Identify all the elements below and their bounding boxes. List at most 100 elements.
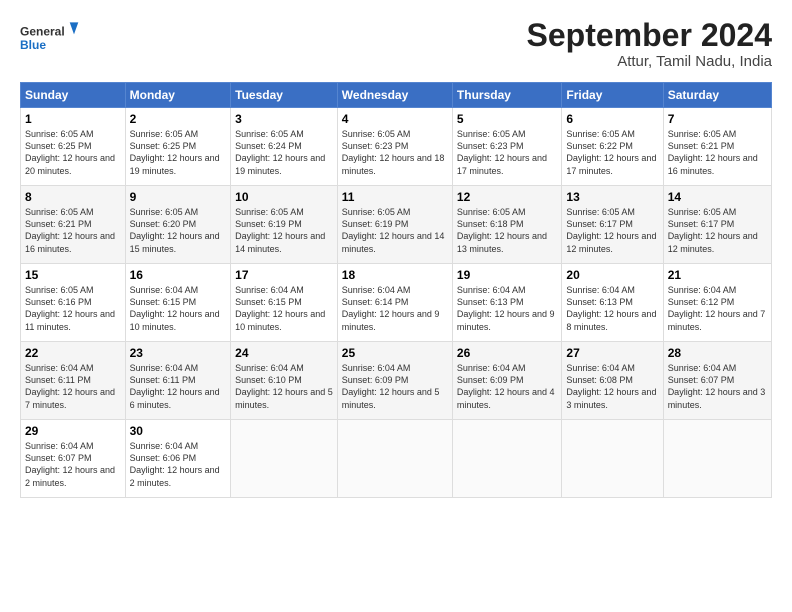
table-cell: 9 Sunrise: 6:05 AMSunset: 6:20 PMDayligh… (125, 186, 231, 264)
col-sunday: Sunday (21, 83, 126, 108)
day-detail: Sunrise: 6:05 AMSunset: 6:17 PMDaylight:… (668, 206, 767, 255)
title-block: September 2024 Attur, Tamil Nadu, India (527, 18, 772, 70)
calendar-page: General Blue September 2024 Attur, Tamil… (0, 0, 792, 508)
table-cell: 25 Sunrise: 6:04 AMSunset: 6:09 PMDaylig… (337, 342, 452, 420)
calendar-week-1: 1 Sunrise: 6:05 AMSunset: 6:25 PMDayligh… (21, 108, 772, 186)
day-detail: Sunrise: 6:05 AMSunset: 6:19 PMDaylight:… (235, 206, 333, 255)
col-tuesday: Tuesday (231, 83, 338, 108)
day-detail: Sunrise: 6:05 AMSunset: 6:18 PMDaylight:… (457, 206, 557, 255)
day-number: 21 (668, 268, 767, 282)
day-number: 24 (235, 346, 333, 360)
day-number: 8 (25, 190, 121, 204)
calendar-table: Sunday Monday Tuesday Wednesday Thursday… (20, 82, 772, 498)
table-cell (231, 420, 338, 498)
day-number: 22 (25, 346, 121, 360)
day-detail: Sunrise: 6:05 AMSunset: 6:23 PMDaylight:… (457, 128, 557, 177)
table-cell: 27 Sunrise: 6:04 AMSunset: 6:08 PMDaylig… (562, 342, 663, 420)
header: General Blue September 2024 Attur, Tamil… (20, 18, 772, 70)
table-cell: 12 Sunrise: 6:05 AMSunset: 6:18 PMDaylig… (452, 186, 561, 264)
table-cell: 30 Sunrise: 6:04 AMSunset: 6:06 PMDaylig… (125, 420, 231, 498)
day-detail: Sunrise: 6:05 AMSunset: 6:21 PMDaylight:… (668, 128, 767, 177)
day-number: 2 (130, 112, 227, 126)
svg-text:General: General (20, 24, 65, 38)
day-number: 26 (457, 346, 557, 360)
col-friday: Friday (562, 83, 663, 108)
day-number: 4 (342, 112, 448, 126)
table-cell: 26 Sunrise: 6:04 AMSunset: 6:09 PMDaylig… (452, 342, 561, 420)
table-cell: 6 Sunrise: 6:05 AMSunset: 6:22 PMDayligh… (562, 108, 663, 186)
day-number: 6 (566, 112, 658, 126)
day-number: 25 (342, 346, 448, 360)
table-cell: 14 Sunrise: 6:05 AMSunset: 6:17 PMDaylig… (663, 186, 771, 264)
calendar-week-5: 29 Sunrise: 6:04 AMSunset: 6:07 PMDaylig… (21, 420, 772, 498)
table-cell: 23 Sunrise: 6:04 AMSunset: 6:11 PMDaylig… (125, 342, 231, 420)
logo-svg: General Blue (20, 18, 80, 56)
calendar-week-4: 22 Sunrise: 6:04 AMSunset: 6:11 PMDaylig… (21, 342, 772, 420)
day-number: 3 (235, 112, 333, 126)
table-cell: 1 Sunrise: 6:05 AMSunset: 6:25 PMDayligh… (21, 108, 126, 186)
location-subtitle: Attur, Tamil Nadu, India (527, 53, 772, 70)
day-detail: Sunrise: 6:05 AMSunset: 6:24 PMDaylight:… (235, 128, 333, 177)
day-number: 13 (566, 190, 658, 204)
col-monday: Monday (125, 83, 231, 108)
day-detail: Sunrise: 6:04 AMSunset: 6:07 PMDaylight:… (668, 362, 767, 411)
month-title: September 2024 (527, 18, 772, 53)
logo: General Blue (20, 18, 80, 56)
day-detail: Sunrise: 6:04 AMSunset: 6:09 PMDaylight:… (342, 362, 448, 411)
day-detail: Sunrise: 6:04 AMSunset: 6:09 PMDaylight:… (457, 362, 557, 411)
table-cell (337, 420, 452, 498)
day-detail: Sunrise: 6:05 AMSunset: 6:19 PMDaylight:… (342, 206, 448, 255)
day-detail: Sunrise: 6:05 AMSunset: 6:25 PMDaylight:… (130, 128, 227, 177)
day-number: 29 (25, 424, 121, 438)
table-cell: 19 Sunrise: 6:04 AMSunset: 6:13 PMDaylig… (452, 264, 561, 342)
day-number: 17 (235, 268, 333, 282)
day-number: 11 (342, 190, 448, 204)
table-cell: 17 Sunrise: 6:04 AMSunset: 6:15 PMDaylig… (231, 264, 338, 342)
day-detail: Sunrise: 6:05 AMSunset: 6:22 PMDaylight:… (566, 128, 658, 177)
day-detail: Sunrise: 6:05 AMSunset: 6:16 PMDaylight:… (25, 284, 121, 333)
table-cell: 10 Sunrise: 6:05 AMSunset: 6:19 PMDaylig… (231, 186, 338, 264)
day-number: 18 (342, 268, 448, 282)
day-detail: Sunrise: 6:04 AMSunset: 6:13 PMDaylight:… (457, 284, 557, 333)
day-detail: Sunrise: 6:05 AMSunset: 6:21 PMDaylight:… (25, 206, 121, 255)
day-detail: Sunrise: 6:04 AMSunset: 6:08 PMDaylight:… (566, 362, 658, 411)
day-number: 12 (457, 190, 557, 204)
table-cell: 16 Sunrise: 6:04 AMSunset: 6:15 PMDaylig… (125, 264, 231, 342)
day-number: 14 (668, 190, 767, 204)
header-row: Sunday Monday Tuesday Wednesday Thursday… (21, 83, 772, 108)
col-thursday: Thursday (452, 83, 561, 108)
table-cell: 15 Sunrise: 6:05 AMSunset: 6:16 PMDaylig… (21, 264, 126, 342)
table-cell: 21 Sunrise: 6:04 AMSunset: 6:12 PMDaylig… (663, 264, 771, 342)
col-wednesday: Wednesday (337, 83, 452, 108)
day-detail: Sunrise: 6:05 AMSunset: 6:20 PMDaylight:… (130, 206, 227, 255)
svg-text:Blue: Blue (20, 38, 46, 52)
table-cell (562, 420, 663, 498)
table-cell: 28 Sunrise: 6:04 AMSunset: 6:07 PMDaylig… (663, 342, 771, 420)
day-number: 9 (130, 190, 227, 204)
day-detail: Sunrise: 6:04 AMSunset: 6:11 PMDaylight:… (130, 362, 227, 411)
table-cell: 3 Sunrise: 6:05 AMSunset: 6:24 PMDayligh… (231, 108, 338, 186)
day-detail: Sunrise: 6:04 AMSunset: 6:12 PMDaylight:… (668, 284, 767, 333)
day-detail: Sunrise: 6:04 AMSunset: 6:10 PMDaylight:… (235, 362, 333, 411)
table-cell (452, 420, 561, 498)
day-detail: Sunrise: 6:05 AMSunset: 6:17 PMDaylight:… (566, 206, 658, 255)
table-cell (663, 420, 771, 498)
day-number: 10 (235, 190, 333, 204)
table-cell: 13 Sunrise: 6:05 AMSunset: 6:17 PMDaylig… (562, 186, 663, 264)
table-cell: 8 Sunrise: 6:05 AMSunset: 6:21 PMDayligh… (21, 186, 126, 264)
day-detail: Sunrise: 6:04 AMSunset: 6:15 PMDaylight:… (130, 284, 227, 333)
day-detail: Sunrise: 6:04 AMSunset: 6:14 PMDaylight:… (342, 284, 448, 333)
day-number: 30 (130, 424, 227, 438)
col-saturday: Saturday (663, 83, 771, 108)
day-detail: Sunrise: 6:05 AMSunset: 6:25 PMDaylight:… (25, 128, 121, 177)
day-detail: Sunrise: 6:04 AMSunset: 6:11 PMDaylight:… (25, 362, 121, 411)
day-number: 5 (457, 112, 557, 126)
calendar-week-2: 8 Sunrise: 6:05 AMSunset: 6:21 PMDayligh… (21, 186, 772, 264)
table-cell: 11 Sunrise: 6:05 AMSunset: 6:19 PMDaylig… (337, 186, 452, 264)
table-cell: 29 Sunrise: 6:04 AMSunset: 6:07 PMDaylig… (21, 420, 126, 498)
day-detail: Sunrise: 6:04 AMSunset: 6:13 PMDaylight:… (566, 284, 658, 333)
table-cell: 2 Sunrise: 6:05 AMSunset: 6:25 PMDayligh… (125, 108, 231, 186)
day-number: 28 (668, 346, 767, 360)
day-detail: Sunrise: 6:05 AMSunset: 6:23 PMDaylight:… (342, 128, 448, 177)
table-cell: 24 Sunrise: 6:04 AMSunset: 6:10 PMDaylig… (231, 342, 338, 420)
